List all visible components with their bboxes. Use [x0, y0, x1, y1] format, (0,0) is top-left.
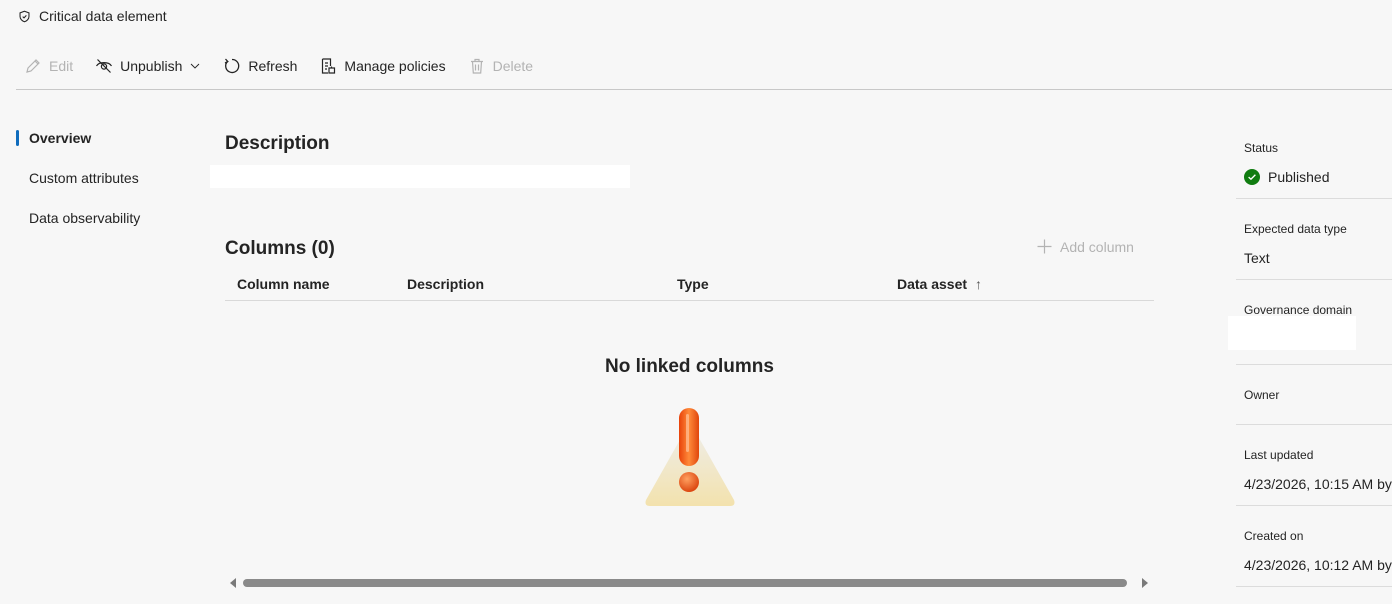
page-title: Critical data element: [39, 8, 167, 24]
eye-off-icon: [96, 59, 113, 73]
add-column-button[interactable]: Add column: [1036, 238, 1134, 255]
owner-field: Owner: [1236, 365, 1392, 425]
nav-item-overview[interactable]: Overview: [16, 126, 196, 166]
description-content: [210, 165, 630, 188]
scroll-left-icon[interactable]: [230, 578, 236, 588]
edit-label: Edit: [49, 58, 74, 74]
sort-ascending-icon: ↑: [974, 276, 982, 292]
column-header-data-asset-label: Data asset: [897, 276, 968, 292]
refresh-icon: [225, 58, 240, 74]
columns-table-header: Column name Description Type Data asset …: [225, 276, 1154, 301]
policy-document-icon: [322, 58, 336, 74]
last-updated-value: 4/23/2026, 10:15 AM by: [1244, 476, 1392, 492]
nav-item-data-observability[interactable]: Data observability: [16, 206, 196, 246]
page-header: Critical data element: [18, 8, 167, 24]
created-on-field: Created on 4/23/2026, 10:12 AM by: [1236, 506, 1392, 587]
status-label: Status: [1244, 141, 1279, 155]
expected-data-type-value: Text: [1244, 250, 1270, 266]
toolbar-divider: [16, 89, 1392, 90]
add-column-label: Add column: [1060, 238, 1134, 255]
pencil-icon: [26, 59, 40, 73]
shield-icon: [19, 10, 30, 22]
owner-label: Owner: [1244, 388, 1280, 402]
created-on-value: 4/23/2026, 10:12 AM by: [1244, 557, 1392, 573]
chevron-down-icon: [191, 63, 200, 69]
manage-policies-button[interactable]: Manage policies: [319, 57, 446, 75]
plus-icon: [1037, 239, 1052, 254]
warning-illustration: [645, 408, 735, 506]
refresh-button[interactable]: Refresh: [223, 57, 297, 75]
refresh-label: Refresh: [248, 58, 298, 74]
empty-state-title: No linked columns: [605, 356, 774, 377]
unpublish-label: Unpublish: [120, 58, 183, 74]
nav-item-custom-attributes[interactable]: Custom attributes: [16, 166, 196, 206]
column-header-data-asset[interactable]: Data asset ↑: [897, 276, 982, 292]
column-header-name[interactable]: Column name: [237, 276, 330, 292]
column-header-type[interactable]: Type: [677, 276, 709, 292]
governance-domain-value: [1228, 316, 1356, 350]
expected-data-type-label: Expected data type: [1244, 222, 1347, 236]
delete-label: Delete: [492, 58, 534, 74]
scrollbar-thumb[interactable]: [243, 579, 1127, 587]
check-circle-icon: [1244, 169, 1260, 185]
created-on-label: Created on: [1244, 529, 1304, 543]
last-updated-label: Last updated: [1244, 448, 1314, 462]
status-field: Status Published: [1236, 128, 1392, 199]
last-updated-field: Last updated 4/23/2026, 10:15 AM by: [1236, 425, 1392, 506]
status-text: Published: [1268, 169, 1330, 185]
description-heading: Description: [225, 133, 330, 154]
column-header-description[interactable]: Description: [407, 276, 484, 292]
side-nav: Overview Custom attributes Data observab…: [16, 126, 196, 246]
delete-button[interactable]: Delete: [468, 57, 533, 75]
toolbar: Edit Unpublish Refresh Manage policies D…: [24, 54, 555, 78]
status-value: Published: [1244, 168, 1392, 186]
governance-domain-field: Governance domain: [1228, 280, 1392, 365]
horizontal-scrollbar[interactable]: [228, 575, 1152, 591]
trash-icon: [470, 58, 483, 74]
columns-heading: Columns (0): [225, 238, 335, 259]
unpublish-button[interactable]: Unpublish: [95, 57, 201, 75]
expected-data-type-field: Expected data type Text: [1236, 199, 1392, 280]
details-panel: Status Published Expected data type Text…: [1228, 128, 1392, 587]
scroll-right-icon[interactable]: [1142, 578, 1148, 588]
edit-button[interactable]: Edit: [24, 57, 73, 75]
manage-policies-label: Manage policies: [344, 58, 446, 74]
